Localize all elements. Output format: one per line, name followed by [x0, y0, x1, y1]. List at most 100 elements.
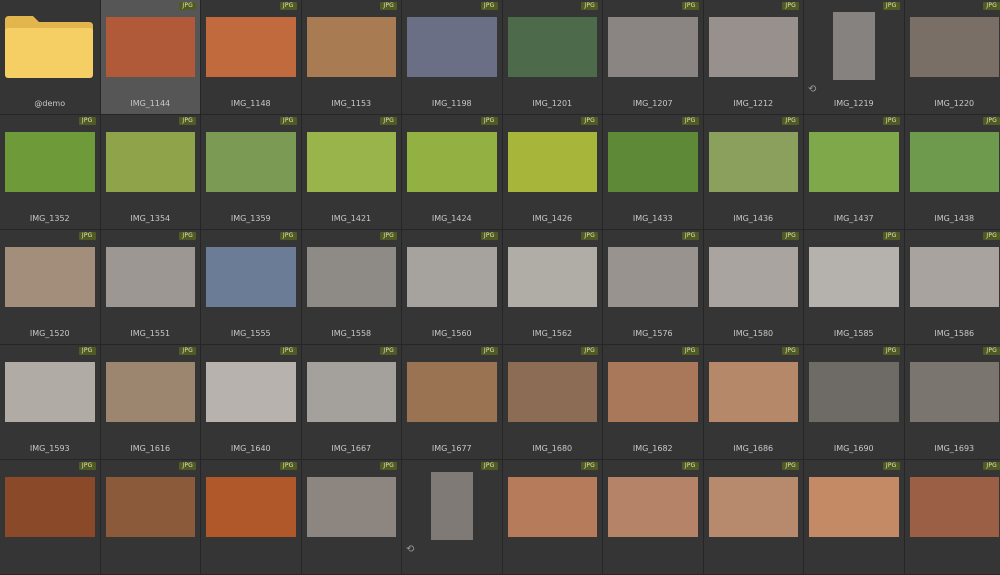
file-type-badge: JPG	[481, 462, 498, 470]
thumbnail-item[interactable]: JPGIMG_1438	[905, 115, 1000, 230]
thumbnail-image	[709, 247, 799, 307]
thumbnail-item[interactable]: JPGIMG_1640	[201, 345, 302, 460]
file-type-badge: JPG	[280, 232, 297, 240]
item-label: IMG_1433	[603, 214, 703, 224]
thumbnail-image	[407, 247, 497, 307]
thumbnail-item[interactable]: JPGIMG_1693	[905, 345, 1000, 460]
thumbnail-image	[508, 247, 598, 307]
thumbnail-item[interactable]: JPGIMG_1680	[503, 345, 604, 460]
thumbnail-image	[206, 362, 296, 422]
file-type-badge: JPG	[983, 117, 1000, 125]
item-label: IMG_1207	[603, 99, 703, 109]
thumbnail-image	[106, 477, 196, 537]
thumbnail-item[interactable]: JPGIMG_1690	[804, 345, 905, 460]
thumbnail-image	[206, 132, 296, 192]
file-type-badge: JPG	[883, 2, 900, 10]
thumbnail-item[interactable]: JPGIMG_1616	[101, 345, 202, 460]
file-type-badge: JPG	[581, 117, 598, 125]
thumbnail-item[interactable]: JPGIMG_1144	[101, 0, 202, 115]
thumbnail-item[interactable]: JPGIMG_1682	[603, 345, 704, 460]
thumbnail-item[interactable]: JPGIMG_1558	[302, 230, 403, 345]
thumbnail-item[interactable]: JPGIMG_1153	[302, 0, 403, 115]
file-type-badge: JPG	[179, 462, 196, 470]
thumbnail-image	[910, 17, 1000, 77]
file-type-badge: JPG	[380, 347, 397, 355]
file-type-badge: JPG	[883, 117, 900, 125]
thumbnail-image	[608, 247, 698, 307]
thumbnail-image	[709, 362, 799, 422]
item-label: IMG_1198	[402, 99, 502, 109]
thumbnail-image	[106, 362, 196, 422]
thumbnail-image	[206, 17, 296, 77]
thumbnail-item[interactable]: JPGIMG_1201	[503, 0, 604, 115]
thumbnail-item[interactable]: JPGIMG_1354	[101, 115, 202, 230]
file-type-badge: JPG	[782, 462, 799, 470]
thumbnail-item[interactable]: JPGIMG_1359	[201, 115, 302, 230]
thumbnail-item[interactable]: JPGIMG_1426	[503, 115, 604, 230]
file-type-badge: JPG	[380, 117, 397, 125]
thumbnail-image	[106, 17, 196, 77]
thumbnail-item[interactable]: JPGIMG_1677	[402, 345, 503, 460]
thumbnail-item[interactable]: JPGIMG_1198	[402, 0, 503, 115]
thumbnail-image	[809, 362, 899, 422]
thumbnail-item[interactable]: JPG	[201, 460, 302, 575]
thumbnail-image	[106, 132, 196, 192]
thumbnail-item[interactable]: JPGIMG_1148	[201, 0, 302, 115]
item-label: @demo	[0, 99, 100, 109]
file-type-badge: JPG	[682, 347, 699, 355]
thumbnail-item[interactable]: JPG	[603, 460, 704, 575]
thumbnail-item[interactable]: JPG	[101, 460, 202, 575]
file-type-badge: JPG	[481, 232, 498, 240]
item-label: IMG_1219	[804, 99, 904, 109]
thumbnail-item[interactable]: JPG IMG_1667	[302, 345, 403, 460]
thumbnail-item[interactable]: JPGIMG_1436	[704, 115, 805, 230]
thumbnail-item[interactable]: JPG	[804, 460, 905, 575]
thumbnail-grid: @demoJPGIMG_1144JPGIMG_1148JPGIMG_1153JP…	[0, 0, 1000, 555]
thumbnail-item[interactable]: JPGIMG_1576	[603, 230, 704, 345]
item-label: IMG_1153	[302, 99, 402, 109]
thumbnail-item[interactable]: JPGIMG_1421	[302, 115, 403, 230]
thumbnail-item[interactable]: JPGIMG_1220	[905, 0, 1000, 115]
thumbnail-image	[608, 477, 698, 537]
thumbnail-item[interactable]: JPGIMG_1593	[0, 345, 101, 460]
thumbnail-item[interactable]: JPGIMG_1586	[905, 230, 1000, 345]
thumbnail-item[interactable]: JPGIMG_1551	[101, 230, 202, 345]
thumbnail-item[interactable]: JPG	[503, 460, 604, 575]
thumbnail-item[interactable]: JPG	[302, 460, 403, 575]
thumbnail-item[interactable]: JPG	[704, 460, 805, 575]
thumbnail-item[interactable]: JPGIMG_1212	[704, 0, 805, 115]
rotate-icon[interactable]: ⟲	[808, 85, 816, 95]
thumbnail-item[interactable]: JPG	[0, 460, 101, 575]
thumbnail-image	[508, 17, 598, 77]
file-type-badge: JPG	[983, 232, 1000, 240]
thumbnail-image	[206, 477, 296, 537]
thumbnail-item[interactable]: JPGIMG_1352	[0, 115, 101, 230]
thumbnail-item[interactable]: JPGIMG_1686	[704, 345, 805, 460]
thumbnail-item[interactable]: JPGIMG_1433	[603, 115, 704, 230]
item-label: IMG_1580	[704, 329, 804, 339]
thumbnail-item[interactable]: JPGIMG_1562	[503, 230, 604, 345]
folder-item[interactable]: @demo	[0, 0, 101, 115]
file-type-badge: JPG	[280, 462, 297, 470]
thumbnail-item[interactable]: JPGIMG_1555	[201, 230, 302, 345]
thumbnail-image	[833, 12, 875, 80]
rotate-icon[interactable]: ⟲	[406, 545, 414, 555]
item-label: IMG_1640	[201, 444, 301, 454]
thumbnail-item[interactable]: JPGIMG_1580	[704, 230, 805, 345]
thumbnail-item[interactable]: JPGIMG_1520	[0, 230, 101, 345]
thumbnail-item[interactable]: JPG ⟲	[402, 460, 503, 575]
file-type-badge: JPG	[983, 462, 1000, 470]
thumbnail-item[interactable]: JPG ⟲ IMG_1219	[804, 0, 905, 115]
thumbnail-item[interactable]: JPGIMG_1207	[603, 0, 704, 115]
thumbnail-item[interactable]: JPGIMG_1560	[402, 230, 503, 345]
item-label: IMG_1558	[302, 329, 402, 339]
thumbnail-image	[809, 247, 899, 307]
item-label: IMG_1616	[101, 444, 201, 454]
thumbnail-item[interactable]: JPGIMG_1585	[804, 230, 905, 345]
file-type-badge: JPG	[883, 347, 900, 355]
thumbnail-item[interactable]: JPG	[905, 460, 1000, 575]
thumbnail-item[interactable]: JPGIMG_1424	[402, 115, 503, 230]
thumbnail-item[interactable]: JPGIMG_1437	[804, 115, 905, 230]
item-label: IMG_1667	[302, 444, 402, 454]
thumbnail-image	[910, 247, 1000, 307]
